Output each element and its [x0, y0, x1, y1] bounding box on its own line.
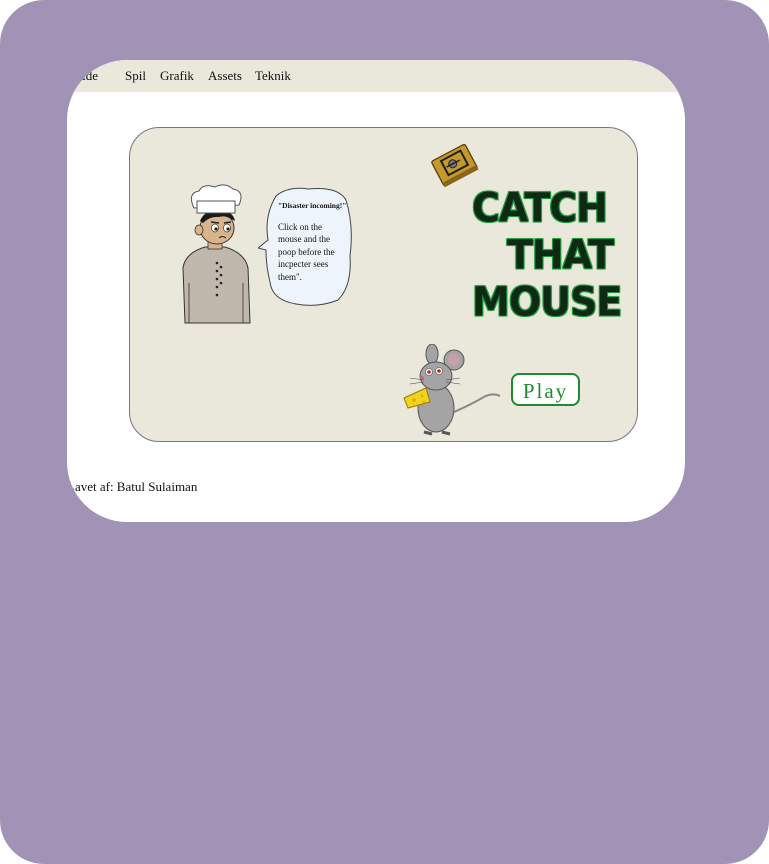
speech-bubble: "Disaster incoming!" Click on the mouse … — [278, 200, 346, 283]
outer-frame: Forside Spil Grafik Assets Teknik — [0, 0, 769, 864]
nav-item-forside[interactable]: Forside — [67, 68, 98, 84]
nav-item-grafik[interactable]: Grafik — [160, 68, 194, 84]
bubble-title: "Disaster incoming!" — [278, 201, 347, 210]
nav-item-teknik[interactable]: Teknik — [255, 68, 291, 84]
nav-bar: Forside Spil Grafik Assets Teknik — [67, 60, 685, 92]
nav-item-spil[interactable]: Spil — [125, 68, 146, 84]
mousetrap-icon — [431, 143, 479, 188]
play-button[interactable]: Play — [511, 373, 580, 406]
footer-credit: Lavet af: Batul Sulaiman — [67, 479, 198, 494]
mouse-icon — [403, 344, 501, 436]
title-line-that: THAT — [507, 231, 614, 279]
title-line-catch: CATCH — [472, 184, 608, 232]
bubble-instructions: Click on the mouse and the poop before t… — [278, 221, 335, 282]
page-container: Forside Spil Grafik Assets Teknik — [67, 60, 685, 522]
title-line-mouse: MOUSE — [472, 278, 622, 326]
nav-item-assets[interactable]: Assets — [208, 68, 242, 84]
chef-icon — [182, 184, 251, 324]
game-start-screen: "Disaster incoming!" Click on the mouse … — [129, 127, 638, 442]
